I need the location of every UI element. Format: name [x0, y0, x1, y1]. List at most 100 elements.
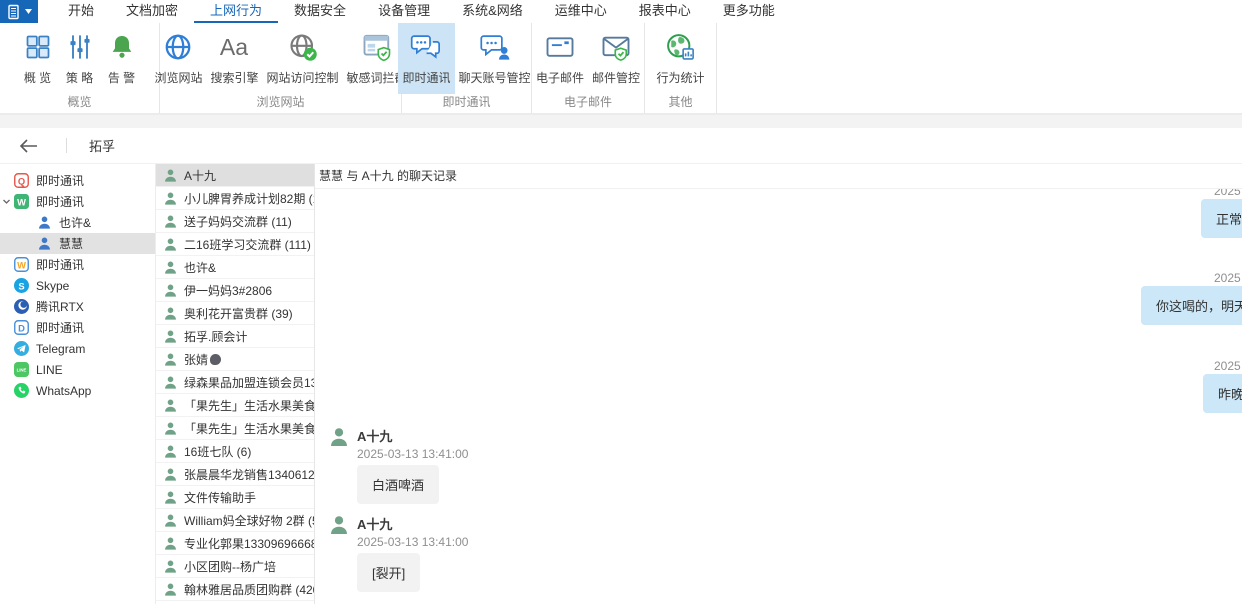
wechat-icon: W [14, 194, 29, 209]
svg-text:Q: Q [18, 176, 25, 186]
sidebar-item-im-dingtalk[interactable]: D 即时通讯 [0, 317, 155, 338]
chat-row-label: 小儿脾胃养成计划82期 (120) [184, 190, 314, 207]
bell-icon [105, 30, 139, 64]
tab-start[interactable]: 开始 [52, 0, 110, 23]
chat-row[interactable]: 「果先生」生活水果美食3... [156, 417, 314, 440]
sidebar-item-label: Skype [36, 279, 69, 293]
ribbon-divider-strip [0, 114, 1242, 128]
ribbon-item-label: 告 警 [108, 69, 135, 86]
chevron-down-icon[interactable] [2, 197, 11, 206]
chat-row[interactable]: William妈全球好物 2群 (5... [156, 509, 314, 532]
person-icon [163, 559, 178, 574]
policy-button[interactable]: 策 略 [59, 23, 101, 94]
overview-button[interactable]: 概 览 [17, 23, 59, 94]
chat-row-label: 翰林雅居品质团购群 (420) [184, 581, 314, 598]
chat-row[interactable]: 16班七队 (6) [156, 440, 314, 463]
person-icon [163, 375, 178, 390]
sidebar-item-label: 即时通讯 [36, 256, 84, 273]
message-sender: A十九 [357, 426, 392, 445]
tab-ops-center[interactable]: 运维中心 [539, 0, 623, 23]
sidebar-item-label: WhatsApp [36, 384, 91, 398]
ribbon-item-label: 即时通讯 [402, 69, 450, 86]
chat-row[interactable]: 绿森果品加盟连锁会员13... [156, 371, 314, 394]
website-access-control-button[interactable]: 网站访问控制 [263, 23, 343, 94]
instant-messaging-button[interactable]: 即时通讯 [398, 23, 454, 94]
ribbon-group-label: 浏览网站 [160, 94, 401, 113]
back-button[interactable] [16, 134, 40, 158]
sidebar-item-label: Telegram [36, 342, 85, 356]
behavior-statistics-button[interactable]: 行为统计 [652, 23, 708, 94]
person-icon [163, 536, 178, 551]
tab-internet-behavior[interactable]: 上网行为 [194, 0, 278, 23]
sidebar-item-skype[interactable]: S Skype [0, 275, 155, 296]
globe-stats-icon [663, 30, 697, 64]
person-icon [163, 237, 178, 252]
chat-row-label: 送子妈妈交流群 (11) [184, 213, 292, 230]
ribbon-item-label: 网站访问控制 [267, 69, 339, 86]
whatsapp-icon [14, 383, 29, 398]
svg-text:W: W [17, 260, 26, 270]
font-icon: Aa [217, 30, 251, 64]
chat-row[interactable]: 二16班学习交流群 (111) [156, 233, 314, 256]
tab-doc-encryption[interactable]: 文档加密 [110, 0, 194, 23]
chat-row[interactable]: 「果先生」生活水果美食3... [156, 394, 314, 417]
chat-row[interactable]: 专业化郭果13309696668 [156, 532, 314, 555]
chat-row[interactable]: 张婧 [156, 348, 314, 371]
email-button[interactable]: 电子邮件 [532, 23, 588, 94]
browse-website-button[interactable]: 浏览网站 [150, 23, 206, 94]
envelope-icon [543, 30, 577, 64]
alert-button[interactable]: 告 警 [101, 23, 143, 94]
chat-row-label: 二16班学习交流群 (111) [184, 236, 311, 253]
skype-icon: S [14, 278, 29, 293]
sidebar-item-telegram[interactable]: Telegram [0, 338, 155, 359]
person-icon [163, 214, 178, 229]
chat-record-pane: 慧慧 与 A十九 的聊天记录 2025 正常 2025 你这喝的，明天 2025… [315, 164, 1242, 604]
chat-row[interactable]: 也许& [156, 256, 314, 279]
chat-row[interactable]: 奥利花开富贵群 (39) [156, 302, 314, 325]
chat-row[interactable]: A十九 [156, 164, 314, 187]
tab-report-center[interactable]: 报表中心 [623, 0, 707, 23]
chat-row-label: A十九 [184, 167, 216, 184]
chat-row-label: 伊一妈妈3#2806 [184, 282, 272, 299]
chat-row[interactable]: 文件传输助手 [156, 486, 314, 509]
rtx-icon [14, 299, 29, 314]
sidebar-item-whatsapp[interactable]: WhatsApp [0, 380, 155, 401]
tab-data-security[interactable]: 数据安全 [278, 0, 362, 23]
search-engine-button[interactable]: Aa 搜索引擎 [206, 23, 262, 94]
chat-row[interactable]: 伊一妈妈3#2806 [156, 279, 314, 302]
divider [66, 138, 67, 153]
mail-control-button[interactable]: 邮件管控 [588, 23, 644, 94]
chat-row[interactable]: 拓孚.顾会计 [156, 325, 314, 348]
svg-text:Aa: Aa [220, 34, 248, 60]
app-menu-button[interactable] [0, 0, 38, 23]
outgoing-message-bubble: 你这喝的，明天 [1141, 286, 1242, 325]
sidebar-item-im-wechat[interactable]: W 即时通讯 [0, 191, 155, 212]
sidebar-item-huihui[interactable]: 慧慧 [0, 233, 155, 254]
chat-session-list: A十九 小儿脾胃养成计划82期 (120) 送子妈妈交流群 (11) 二16班学… [155, 164, 315, 604]
chat-row-label: 拓孚.顾会计 [184, 328, 247, 345]
chat-row[interactable]: 小儿脾胃养成计划82期 (120) [156, 187, 314, 210]
telegram-icon [14, 341, 29, 356]
menu-bar: 开始 文档加密 上网行为 数据安全 设备管理 系统&网络 运维中心 报表中心 更… [0, 0, 1242, 23]
chat-row[interactable]: 翰林雅居品质团购群 (420) [156, 578, 314, 601]
chat-row[interactable]: 小区团购--杨广培 [156, 555, 314, 578]
sidebar-item-im-qq[interactable]: Q 即时通讯 [0, 170, 155, 191]
chat-row[interactable]: 张晨晨华龙销售13406127... [156, 463, 314, 486]
ribbon-group-web-browsing: 浏览网站 Aa 搜索引擎 网站访问控制 敏感词拦截 浏览网站 [160, 23, 402, 113]
back-bar: 拓孚 [0, 128, 1242, 164]
chat-account-control-button[interactable]: 聊天账号管控 [455, 23, 535, 94]
person-icon [163, 260, 178, 275]
sidebar-item-im-wecom[interactable]: W 即时通讯 [0, 254, 155, 275]
ribbon-group-email: 电子邮件 邮件管控 电子邮件 [532, 23, 645, 113]
tab-system-network[interactable]: 系统&网络 [446, 0, 539, 23]
tab-device-management[interactable]: 设备管理 [362, 0, 446, 23]
sidebar-item-tencent-rtx[interactable]: 腾讯RTX [0, 296, 155, 317]
ribbon-item-label: 聊天账号管控 [459, 69, 531, 86]
chat-row[interactable]: 送子妈妈交流群 (11) [156, 210, 314, 233]
qq-icon: Q [14, 173, 29, 188]
tab-more-features[interactable]: 更多功能 [707, 0, 791, 23]
chat-row-label: 小区团购--杨广培 [184, 558, 276, 575]
sidebar-item-line[interactable]: LINE LINE [0, 359, 155, 380]
svg-text:D: D [18, 323, 25, 333]
sidebar-item-yexu[interactable]: 也许& [0, 212, 155, 233]
